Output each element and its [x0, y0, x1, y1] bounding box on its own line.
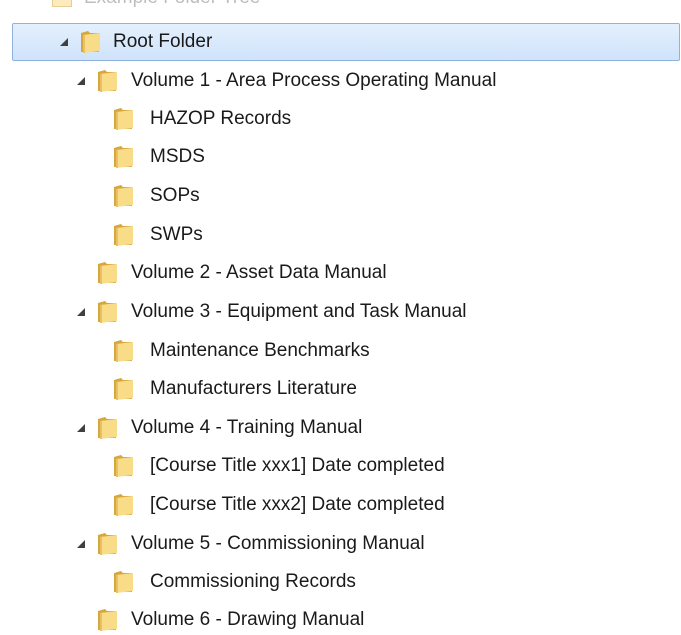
tree-item-label: [Course Title xxx1] Date completed — [150, 455, 445, 476]
tree-item-course-title-xxx2[interactable]: [Course Title xxx2] Date completed — [0, 486, 670, 524]
folder-icon — [112, 223, 136, 247]
folder-icon — [112, 493, 136, 517]
folder-icon — [50, 0, 74, 10]
tree-item-commissioning-records[interactable]: Commissioning Records — [0, 563, 670, 601]
folder-icon — [112, 570, 136, 594]
tree-item-volume-1[interactable]: Volume 1 - Area Process Operating Manual — [0, 62, 670, 100]
tree-item-label: [Course Title xxx2] Date completed — [150, 494, 445, 515]
folder-icon — [112, 377, 136, 401]
folder-icon — [112, 184, 136, 208]
tree-item-label: Volume 3 - Equipment and Task Manual — [131, 301, 467, 322]
tree-item-label: Volume 6 - Drawing Manual — [131, 609, 365, 630]
folder-icon — [96, 69, 120, 93]
tree-item-msds[interactable]: MSDS — [0, 138, 670, 176]
partial-top-label: Example Folder Tree — [84, 0, 260, 10]
tree-item-label: Maintenance Benchmarks — [150, 340, 370, 361]
tree-item-volume-5[interactable]: Volume 5 - Commissioning Manual — [0, 525, 670, 563]
folder-icon — [79, 30, 103, 54]
folder-icon — [96, 261, 120, 285]
folder-icon — [112, 145, 136, 169]
tree-item-label: Volume 2 - Asset Data Manual — [131, 262, 387, 283]
tree-item-label: Root Folder — [113, 31, 213, 52]
folder-icon — [96, 300, 120, 324]
folder-icon — [96, 532, 120, 556]
folder-icon — [112, 339, 136, 363]
tree-item-label: Volume 4 - Training Manual — [131, 417, 363, 438]
folder-tree: Example Folder Tree Root Folder Volu — [0, 0, 681, 635]
tree-item-label: Commissioning Records — [150, 571, 356, 592]
tree-item-sops[interactable]: SOPs — [0, 177, 670, 215]
tree-item-maintenance-benchmarks[interactable]: Maintenance Benchmarks — [0, 332, 670, 370]
tree-item-manufacturers-literature[interactable]: Manufacturers Literature — [0, 370, 670, 408]
expanded-triangle-icon[interactable] — [57, 35, 71, 49]
expanded-triangle-icon[interactable] — [74, 421, 88, 435]
expanded-triangle-icon[interactable] — [74, 537, 88, 551]
tree-item-volume-6[interactable]: Volume 6 - Drawing Manual — [0, 601, 670, 635]
folder-icon — [96, 608, 120, 632]
folder-icon — [112, 107, 136, 131]
tree-item-course-title-xxx1[interactable]: [Course Title xxx1] Date completed — [0, 447, 670, 485]
folder-icon — [96, 416, 120, 440]
tree-item-hazop-records[interactable]: HAZOP Records — [0, 100, 670, 138]
expanded-triangle-icon[interactable] — [74, 305, 88, 319]
tree-item-label: Volume 1 - Area Process Operating Manual — [131, 70, 497, 91]
tree-item-label: Manufacturers Literature — [150, 378, 357, 399]
tree-item-label: SWPs — [150, 224, 203, 245]
folder-icon — [112, 454, 136, 478]
tree-item-swps[interactable]: SWPs — [0, 216, 670, 254]
partial-top-item[interactable]: Example Folder Tree — [50, 0, 260, 10]
expanded-triangle-icon[interactable] — [74, 74, 88, 88]
tree-item-label: Volume 5 - Commissioning Manual — [131, 533, 425, 554]
tree-item-volume-2[interactable]: Volume 2 - Asset Data Manual — [0, 254, 670, 292]
tree-item-label: MSDS — [150, 146, 205, 167]
tree-item-root-folder[interactable]: Root Folder — [12, 23, 680, 61]
tree-item-label: SOPs — [150, 185, 200, 206]
tree-item-label: HAZOP Records — [150, 108, 292, 129]
tree-item-volume-3[interactable]: Volume 3 - Equipment and Task Manual — [0, 293, 670, 331]
tree-item-volume-4[interactable]: Volume 4 - Training Manual — [0, 409, 670, 447]
